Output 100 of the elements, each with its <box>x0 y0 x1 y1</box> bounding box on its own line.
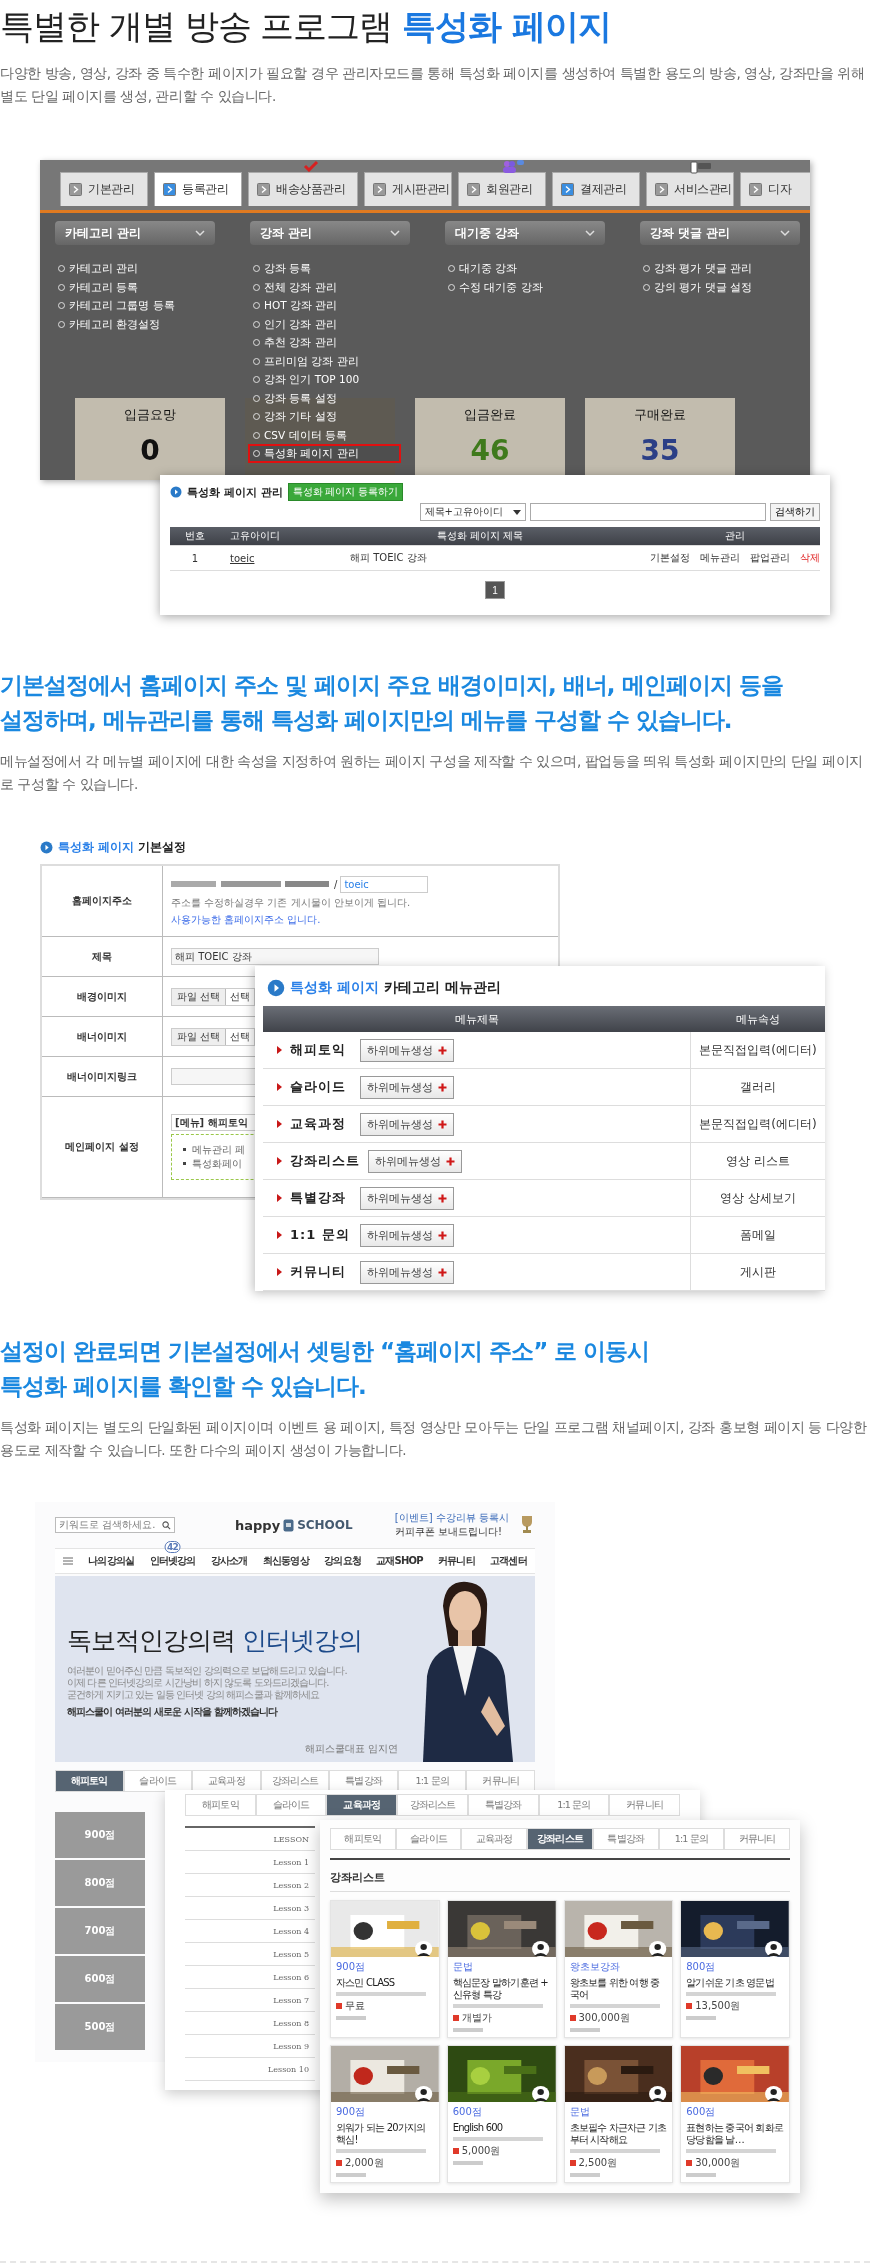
dropdown-header[interactable]: 대기중 강좌 <box>445 221 605 245</box>
course-card[interactable]: 600점 표현하는 중국어 회화로 당당함을 날… 30,000원 <box>680 2045 790 2183</box>
file-field[interactable]: 파일 선택 선택 <box>171 1027 256 1046</box>
page-tab[interactable]: 강좌리스트 <box>397 1794 468 1816</box>
menu-link[interactable]: 인기 강좌 관리 <box>248 314 379 333</box>
nav-link[interactable]: 나의강의실 <box>88 1554 135 1568</box>
menu-link[interactable]: 카테고리 관리 <box>53 259 181 278</box>
search-button[interactable]: 검색하기 <box>770 503 820 521</box>
menu-link[interactable]: 강좌 평가 댓글 관리 <box>638 259 794 278</box>
lesson-item[interactable]: Lesson 7 <box>185 1989 315 2012</box>
menu-link[interactable]: 강의 평가 댓글 설정 <box>638 277 794 296</box>
page-tab[interactable]: 커뮤니티 <box>466 1770 536 1792</box>
add-submenu-button[interactable]: 하위메뉴생성 <box>360 1112 454 1136</box>
lesson-item[interactable]: Lesson 3 <box>185 1897 315 1920</box>
course-card[interactable]: 900점 외워가 되는 20가지의 핵심! 2,000원 <box>330 2045 440 2183</box>
page-tab[interactable]: 해피토익 <box>55 1770 124 1792</box>
page-tab[interactable]: 해피토익 <box>185 1794 256 1816</box>
search-select[interactable]: 제목+고유아이디 <box>419 503 526 521</box>
menu-tab[interactable]: 디자 <box>740 172 810 206</box>
course-card[interactable]: 800점 알기쉬운 기초 영문법 13,500원 <box>680 1900 790 2038</box>
page-id-link[interactable]: toeic <box>230 552 255 564</box>
lesson-item[interactable]: Lesson 1 <box>185 1851 315 1874</box>
course-card[interactable]: 문법 초보필수 차근차근 기초부터 시작해요 2,500원 <box>563 2045 674 2183</box>
search-field[interactable]: 키워드로 검색하세요. <box>55 1517 175 1533</box>
menu-link[interactable]: 대기중 강좌 <box>443 259 560 278</box>
page-tab[interactable]: 교육과정 <box>461 1828 528 1850</box>
dropdown-header[interactable]: 강좌 관리 <box>250 221 410 245</box>
page-button[interactable]: 1 <box>485 581 505 599</box>
nav-link[interactable]: 강사소개 <box>210 1554 248 1568</box>
menu-link[interactable]: 전체 강좌 관리 <box>248 277 379 296</box>
menu-tab[interactable]: 회원관리 <box>458 172 546 206</box>
search-field[interactable] <box>530 503 766 521</box>
menu-link[interactable]: 프리미엄 강좌 관리 <box>248 351 401 370</box>
file-button[interactable]: 파일 선택 <box>172 1028 227 1045</box>
menu-tab[interactable]: 배송상품관리 <box>248 172 358 206</box>
nav-link[interactable]: 고객센터 <box>490 1554 527 1568</box>
lesson-item[interactable]: Lesson 8 <box>185 2012 315 2035</box>
text-field[interactable]: 해피 TOEIC 강좌 <box>171 948 379 965</box>
add-submenu-button[interactable]: 하위메뉴생성 <box>360 1260 454 1284</box>
lesson-item[interactable]: Lesson 6 <box>185 1966 315 1989</box>
page-tab[interactable]: 특별강좌 <box>329 1770 398 1792</box>
site-logo[interactable]: happy SCHOOL <box>235 1517 353 1533</box>
page-tab[interactable]: 커뮤니티 <box>609 1794 681 1816</box>
lesson-item[interactable]: Lesson 4 <box>185 1920 315 1943</box>
menu-link[interactable]: 카테고리 등록 <box>53 277 181 296</box>
menu-link[interactable]: 강좌 등록 <box>248 259 354 278</box>
add-submenu-button[interactable]: 하위메뉴생성 <box>368 1149 462 1173</box>
lesson-item[interactable]: Lesson 9 <box>185 2035 315 2058</box>
page-tab[interactable]: 커뮤니티 <box>724 1828 791 1850</box>
page-tab[interactable]: 교육과정 <box>192 1770 261 1792</box>
menu-tab[interactable]: 서비스관리 <box>646 172 734 206</box>
menu-link[interactable]: 강좌 기타 설정 <box>248 407 379 426</box>
page-tab[interactable]: 특별강좌 <box>592 1828 659 1850</box>
file-field[interactable]: 파일 선택 선택 <box>171 987 256 1006</box>
menu-link[interactable]: 특성화 페이지 관리 <box>248 444 401 463</box>
action-link[interactable]: 메뉴관리 <box>700 551 740 565</box>
menu-link[interactable]: 수정 대기중 강좌 <box>443 277 585 296</box>
dropdown-header[interactable]: 카테고리 관리 <box>55 221 215 245</box>
page-tab[interactable]: 1:1 문의 <box>658 1828 725 1850</box>
lesson-item[interactable]: Lesson 5 <box>185 1943 315 1966</box>
page-tab[interactable]: 슬라이드 <box>255 1794 327 1816</box>
nav-link[interactable]: 강의요청 <box>324 1554 361 1568</box>
page-tab[interactable]: 슬라이드 <box>395 1828 462 1850</box>
page-tab[interactable]: 슬라이드 <box>123 1770 193 1792</box>
file-button[interactable]: 파일 선택 <box>172 988 227 1005</box>
course-card[interactable]: 900점 자스민 CLASS 무료 <box>330 1900 440 2038</box>
menu-tab[interactable]: 등록관리 <box>154 172 242 206</box>
action-link[interactable]: 팝업관리 <box>750 551 790 565</box>
page-tab[interactable]: 교육과정 <box>326 1794 398 1816</box>
action-link[interactable]: 기본설정 <box>650 551 690 565</box>
course-card[interactable]: 문법 핵심문장 말하기훈련 + 신유형 특강 개별가 <box>446 1900 557 2038</box>
menu-link[interactable]: CSV 데이터 등록 <box>248 425 389 444</box>
menu-link[interactable]: 강좌 인기 TOP 100 <box>248 370 402 389</box>
nav-link[interactable]: 커뮤니티 <box>438 1554 475 1568</box>
menu-icon[interactable] <box>63 1557 73 1565</box>
nav-link[interactable]: 최신동영상 <box>262 1554 309 1568</box>
menu-link[interactable]: 추천 강좌 관리 <box>248 333 379 352</box>
add-submenu-button[interactable]: 하위메뉴생성 <box>360 1038 454 1062</box>
menu-link[interactable]: 카테고리 환경설정 <box>53 314 203 333</box>
lesson-item[interactable]: Lesson 2 <box>185 1874 315 1897</box>
add-submenu-button[interactable]: 하위메뉴생성 <box>360 1186 454 1210</box>
page-tab[interactable]: 특별강좌 <box>467 1794 539 1816</box>
menu-link[interactable]: HOT 강좌 관리 <box>248 296 380 315</box>
menu-tab[interactable]: 기본관리 <box>60 172 148 206</box>
address-field[interactable]: toeic <box>340 875 429 893</box>
add-submenu-button[interactable]: 하위메뉴생성 <box>360 1223 454 1247</box>
course-card[interactable]: 왕초보강좌 왕초보를 위한 여행 중국어 300,000원 <box>563 1900 674 2038</box>
menu-tab[interactable]: 게시판관리 <box>364 172 452 206</box>
action-link[interactable]: 삭제 <box>800 551 820 565</box>
dropdown-header[interactable]: 강좌 댓글 관리 <box>640 221 800 245</box>
page-tab[interactable]: 1:1 문의 <box>538 1794 610 1816</box>
menu-link[interactable]: 강좌 등록 설정 <box>248 388 379 407</box>
page-tab[interactable]: 해피토익 <box>330 1828 396 1850</box>
nav-link[interactable]: 교재SHOP <box>376 1554 423 1568</box>
menu-tab[interactable]: 결제관리 <box>552 172 640 206</box>
add-submenu-button[interactable]: 하위메뉴생성 <box>360 1075 454 1099</box>
menu-link[interactable]: 카테고리 그룹명 등록 <box>53 296 217 315</box>
lesson-item[interactable]: Lesson 10 <box>185 2058 315 2081</box>
page-tab[interactable]: 강좌리스트 <box>527 1828 593 1850</box>
course-card[interactable]: 600점 English 600 5,000원 <box>446 2045 557 2183</box>
